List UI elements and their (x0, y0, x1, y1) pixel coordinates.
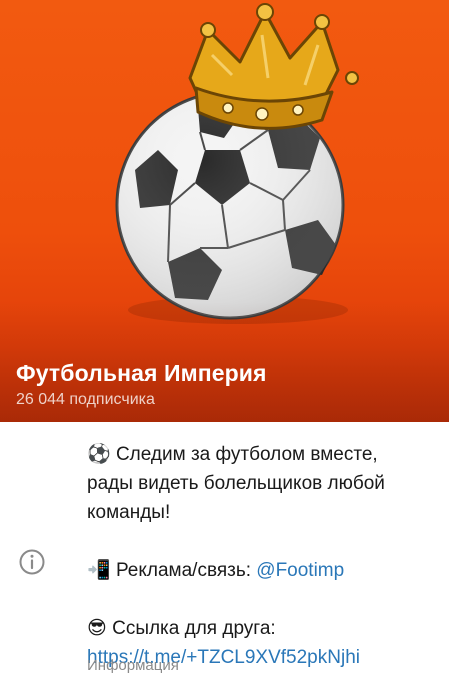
channel-header: Футбольная Империя 26 044 подписчика (0, 0, 449, 422)
channel-title: Футбольная Империя (16, 360, 267, 386)
friend-link-label: Ссылка для друга: (106, 618, 276, 639)
info-circle-icon (19, 549, 45, 575)
channel-description: ⚽ Следим за футболом вместе, рады видеть… (87, 440, 432, 672)
phone-emoji: 📲 (87, 559, 111, 581)
description-line-2: рады видеть болельщиков любой (87, 473, 385, 494)
sunglasses-emoji: 😎 (87, 617, 107, 639)
subscriber-count: 26 044 подписчика (16, 391, 155, 408)
info-section-label: Информация (87, 657, 179, 674)
description-line-3: команды! (87, 502, 171, 523)
soccer-ball-emoji: ⚽ (87, 443, 111, 465)
ads-handle-link[interactable]: @Footimp (256, 560, 344, 581)
description-line-1: Следим за футболом вместе, (110, 444, 378, 465)
ads-label: Реклама/связь: (110, 560, 257, 581)
